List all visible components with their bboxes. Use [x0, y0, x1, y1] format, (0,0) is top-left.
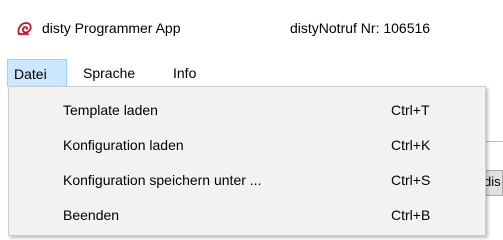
menu-item-shortcut: Ctrl+K	[391, 137, 431, 153]
menu-info[interactable]: Info	[167, 59, 202, 87]
menu-item-label: Konfiguration laden	[63, 137, 184, 153]
menu-item-template-laden[interactable]: Template laden Ctrl+T	[11, 96, 483, 124]
background-button-label: dis	[484, 174, 501, 189]
app-title: disty Programmer App	[42, 20, 181, 36]
menu-item-konfiguration-speichern[interactable]: Konfiguration speichern unter ... Ctrl+S	[11, 166, 483, 194]
title-bar[interactable]: disty Programmer App distyNotruf Nr: 106…	[0, 0, 503, 58]
notruf-number: distyNotruf Nr: 106516	[290, 20, 431, 36]
menu-sprache[interactable]: Sprache	[77, 59, 141, 87]
menu-item-shortcut: Ctrl+T	[391, 102, 430, 118]
menu-item-label: Konfiguration speichern unter ...	[63, 172, 262, 188]
menu-datei[interactable]: Datei	[7, 59, 67, 87]
menu-item-konfiguration-laden[interactable]: Konfiguration laden Ctrl+K	[11, 131, 483, 159]
menu-item-beenden[interactable]: Beenden Ctrl+B	[11, 201, 483, 229]
menu-item-shortcut: Ctrl+S	[391, 172, 431, 188]
menu-item-label: Beenden	[63, 207, 120, 223]
menu-item-label: Template laden	[63, 102, 158, 118]
menu-item-shortcut: Ctrl+B	[391, 207, 431, 223]
disty-logo-icon	[16, 21, 34, 37]
menu-bar: Datei Sprache Info	[0, 59, 503, 87]
datei-dropdown-menu: Template laden Ctrl+T Konfiguration lade…	[8, 86, 486, 236]
